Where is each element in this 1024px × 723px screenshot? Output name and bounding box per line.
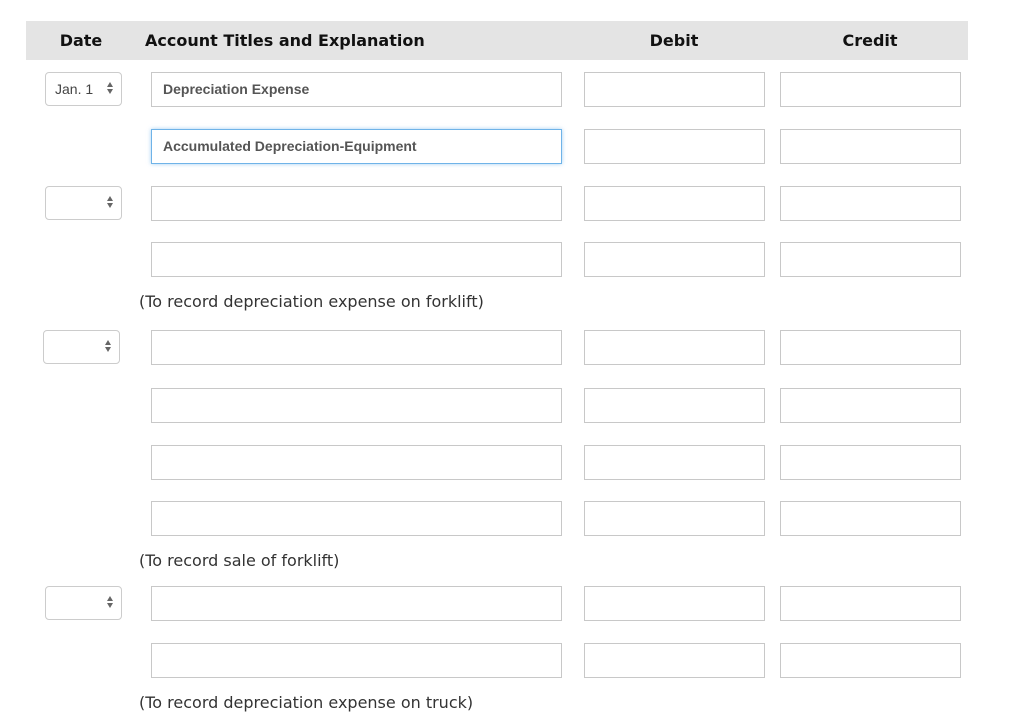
entry-note: (To record sale of forklift) (139, 551, 340, 570)
date-select-value: Jan. 1 (55, 81, 94, 97)
date-select[interactable] (43, 330, 120, 364)
account-input[interactable] (151, 501, 562, 536)
header-credit: Credit (842, 31, 898, 50)
select-arrows-icon (107, 596, 113, 610)
debit-input[interactable] (584, 445, 765, 480)
account-input[interactable] (151, 445, 562, 480)
credit-input[interactable] (780, 242, 961, 277)
date-select[interactable]: Jan. 1 (45, 72, 122, 106)
credit-input[interactable] (780, 586, 961, 621)
table-header: Date Account Titles and Explanation Debi… (26, 21, 968, 60)
account-input[interactable] (151, 388, 562, 423)
credit-input[interactable] (780, 186, 961, 221)
header-account: Account Titles and Explanation (145, 31, 425, 50)
credit-input[interactable] (780, 129, 961, 164)
header-debit: Debit (649, 31, 699, 50)
select-arrows-icon (107, 82, 113, 96)
entry-note: (To record depreciation expense on truck… (139, 693, 474, 712)
header-date: Date (59, 31, 103, 50)
select-arrows-icon (107, 196, 113, 210)
debit-input[interactable] (584, 72, 765, 107)
account-input[interactable] (151, 586, 562, 621)
account-input[interactable] (151, 643, 562, 678)
credit-input[interactable] (780, 643, 961, 678)
account-input[interactable]: Accumulated Depreciation-Equipment (151, 129, 562, 164)
debit-input[interactable] (584, 586, 765, 621)
debit-input[interactable] (584, 330, 765, 365)
debit-input[interactable] (584, 242, 765, 277)
debit-input[interactable] (584, 129, 765, 164)
account-input[interactable] (151, 242, 562, 277)
date-select[interactable] (45, 586, 122, 620)
credit-input[interactable] (780, 72, 961, 107)
select-arrows-icon (105, 340, 111, 354)
account-input[interactable] (151, 186, 562, 221)
credit-input[interactable] (780, 501, 961, 536)
debit-input[interactable] (584, 643, 765, 678)
debit-input[interactable] (584, 388, 765, 423)
debit-input[interactable] (584, 501, 765, 536)
debit-input[interactable] (584, 186, 765, 221)
date-select[interactable] (45, 186, 122, 220)
credit-input[interactable] (780, 388, 961, 423)
credit-input[interactable] (780, 445, 961, 480)
account-input[interactable]: Depreciation Expense (151, 72, 562, 107)
entry-note: (To record depreciation expense on forkl… (139, 292, 484, 311)
account-input[interactable] (151, 330, 562, 365)
credit-input[interactable] (780, 330, 961, 365)
